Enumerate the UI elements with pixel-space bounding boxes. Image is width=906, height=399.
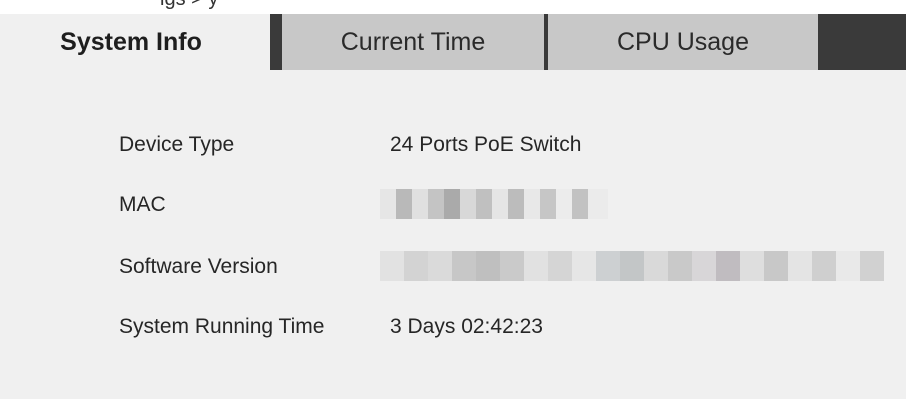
tab-current-time-label: Current Time [340, 27, 486, 56]
software-version-redacted [380, 251, 884, 281]
running-time-row: System Running Time 3 Days 02:42:23 [0, 307, 906, 347]
mac-value-redacted [380, 189, 608, 219]
device-type-value: 24 Ports PoE Switch [390, 133, 582, 156]
tab-bar: System Info Current Time CPU Usage [0, 14, 906, 70]
tab-current-time[interactable]: Current Time [282, 14, 544, 70]
device-type-row: Device Type 24 Ports PoE Switch [0, 125, 906, 165]
tab-system-info-label: System Info [60, 27, 202, 56]
running-time-value: 3 Days 02:42:23 [390, 315, 543, 338]
software-version-row: Software Version [0, 247, 906, 287]
mac-row: MAC [0, 185, 906, 225]
top-strip: igs > y [0, 0, 906, 14]
mac-label: MAC [119, 193, 166, 216]
tab-system-info[interactable]: System Info [0, 14, 270, 70]
device-type-label: Device Type [119, 133, 235, 156]
software-version-label: Software Version [119, 255, 278, 278]
running-time-label: System Running Time [119, 315, 325, 338]
tab-cpu-usage[interactable]: CPU Usage [548, 14, 818, 70]
tab-cpu-usage-label: CPU Usage [617, 27, 749, 56]
system-info-panel: Device Type 24 Ports PoE Switch MAC Soft… [0, 70, 906, 399]
top-partial-text: igs > y [160, 0, 218, 11]
